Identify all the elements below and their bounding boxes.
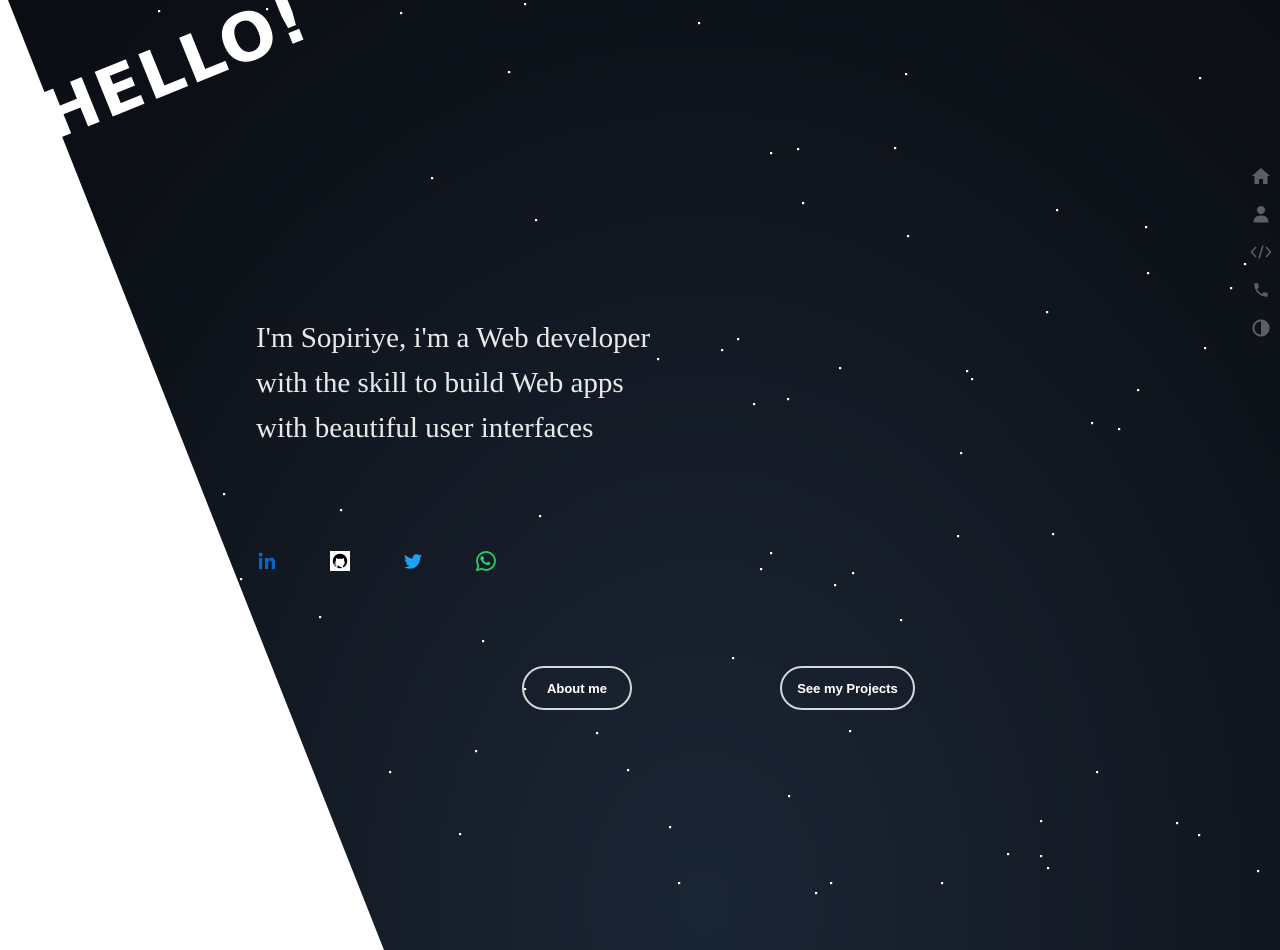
star <box>1118 428 1121 431</box>
star <box>1096 771 1099 774</box>
star <box>389 771 392 774</box>
star <box>535 219 538 222</box>
social-links <box>256 548 497 574</box>
star <box>539 515 542 518</box>
star <box>852 572 855 575</box>
star <box>971 378 974 381</box>
star <box>1040 820 1043 823</box>
about-me-button[interactable]: About me <box>522 666 632 710</box>
star <box>957 535 960 538</box>
star <box>1257 870 1260 873</box>
star <box>894 147 897 150</box>
star <box>482 640 485 643</box>
star <box>240 578 243 581</box>
star <box>907 235 910 238</box>
star <box>839 367 842 370</box>
user-icon[interactable] <box>1250 203 1272 225</box>
star <box>960 452 963 455</box>
intro-text: I'm Sopiriye, i'm a Web developer with t… <box>256 322 651 444</box>
star <box>797 148 800 151</box>
linkedin-icon[interactable] <box>256 548 278 574</box>
hello-heading: HELLO! <box>31 0 320 155</box>
star <box>787 398 790 401</box>
see-projects-button[interactable]: See my Projects <box>780 666 915 710</box>
side-navigation <box>1250 165 1272 339</box>
star <box>900 619 903 622</box>
star <box>400 12 403 15</box>
star <box>1047 867 1050 870</box>
star <box>1052 533 1055 536</box>
phone-icon[interactable] <box>1250 279 1272 301</box>
github-icon[interactable] <box>329 548 351 574</box>
star <box>1176 822 1179 825</box>
twitter-icon[interactable] <box>402 548 424 574</box>
star <box>524 3 527 6</box>
star <box>1199 77 1202 80</box>
star <box>657 358 660 361</box>
star <box>158 10 161 13</box>
star <box>1091 422 1094 425</box>
star <box>698 22 701 25</box>
star <box>340 509 343 512</box>
star <box>770 152 773 155</box>
star <box>508 71 511 74</box>
star <box>1007 853 1010 856</box>
star <box>753 403 756 406</box>
star <box>849 730 852 733</box>
star <box>1204 347 1207 350</box>
star <box>319 616 322 619</box>
star <box>737 338 740 341</box>
star <box>941 882 944 885</box>
star <box>760 568 763 571</box>
star <box>678 882 681 885</box>
star <box>475 750 478 753</box>
star <box>1145 226 1148 229</box>
white-diagonal-panel <box>0 0 384 950</box>
star <box>834 584 837 587</box>
home-icon[interactable] <box>1250 165 1272 187</box>
star <box>1230 287 1233 290</box>
star <box>1244 263 1247 266</box>
star <box>1046 311 1049 314</box>
contrast-icon[interactable] <box>1250 317 1272 339</box>
star <box>802 202 805 205</box>
star <box>721 349 724 352</box>
star <box>431 177 434 180</box>
star <box>732 657 735 660</box>
star <box>223 493 226 496</box>
star <box>596 732 599 735</box>
whatsapp-icon[interactable] <box>475 548 497 574</box>
star <box>815 892 818 895</box>
star <box>1147 272 1150 275</box>
star <box>669 826 672 829</box>
star <box>1198 834 1201 837</box>
star <box>1056 209 1059 212</box>
page: HELLO! I'm Sopiriye, i'm a Web developer… <box>0 0 1280 950</box>
star <box>788 795 791 798</box>
star <box>627 769 630 772</box>
star <box>1137 389 1140 392</box>
star <box>830 882 833 885</box>
star <box>966 370 969 373</box>
star <box>459 833 462 836</box>
star <box>1040 855 1043 858</box>
star <box>905 73 908 76</box>
star <box>770 552 773 555</box>
code-icon[interactable] <box>1250 241 1272 263</box>
